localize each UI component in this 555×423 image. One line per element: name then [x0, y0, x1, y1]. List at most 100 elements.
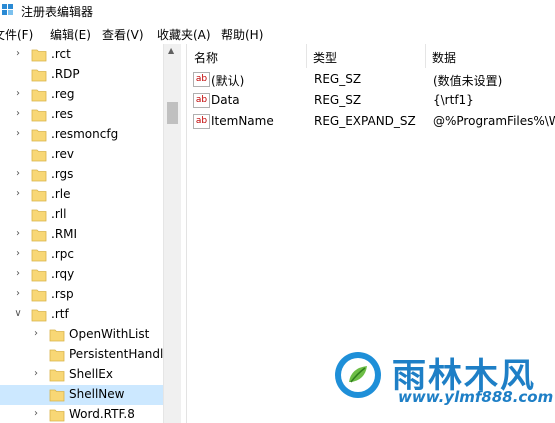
chevron-right-icon[interactable]: ›: [13, 109, 23, 119]
menu-view[interactable]: 查看(V): [102, 26, 144, 43]
watermark-url: www.ylmf888.com: [398, 388, 554, 406]
leaf-icon: [341, 358, 375, 392]
value-type: REG_SZ: [314, 93, 362, 107]
folder-icon: [31, 249, 47, 262]
tree-item-rtf[interactable]: ∨ .rtf: [0, 305, 163, 325]
chevron-right-icon[interactable]: ›: [13, 189, 23, 199]
folder-icon: [31, 169, 47, 182]
tree-item-reg[interactable]: › .reg: [0, 85, 163, 105]
chevron-right-icon[interactable]: ›: [13, 129, 23, 139]
folder-icon: [31, 129, 47, 142]
folder-icon: [31, 209, 47, 222]
folder-icon: [31, 89, 47, 102]
value-row[interactable]: ab (默认) REG_SZ (数值未设置): [188, 69, 555, 90]
tree-item-label: PersistentHandler: [69, 347, 163, 361]
tree-item-shellex[interactable]: › ShellEx: [0, 365, 163, 385]
tree-item-openwithlist[interactable]: › OpenWithList: [0, 325, 163, 345]
tree-item-rgs[interactable]: › .rgs: [0, 165, 163, 185]
value-data: {\rtf1}: [433, 93, 474, 107]
tree-item-label: ShellNew: [69, 387, 125, 401]
tree-item-label: Word.RTF.8: [69, 407, 135, 421]
tree-scrollbar[interactable]: ▲: [163, 44, 181, 423]
tree-item-persistenthandler[interactable]: PersistentHandler: [0, 345, 163, 365]
menu-favorites[interactable]: 收藏夹(A): [157, 26, 211, 43]
tree-item-label: .RMI: [51, 227, 78, 241]
column-header-name[interactable]: 名称: [188, 44, 307, 68]
value-name: ItemName: [211, 114, 274, 128]
chevron-right-icon[interactable]: ›: [13, 269, 23, 279]
tree-item-label: .rsp: [51, 287, 74, 301]
folder-icon: [49, 389, 65, 402]
value-type: REG_EXPAND_SZ: [314, 114, 416, 128]
tree-item-rct[interactable]: › .rct: [0, 45, 163, 65]
tree-item-word-rtf-8[interactable]: › Word.RTF.8: [0, 405, 163, 423]
value-name: (默认): [211, 74, 245, 88]
title-bar: 注册表编辑器: [0, 0, 555, 22]
chevron-right-icon[interactable]: ›: [31, 409, 41, 419]
chevron-right-icon[interactable]: ›: [13, 229, 23, 239]
string-value-icon: ab: [193, 72, 210, 87]
tree-item-label: .res: [51, 107, 74, 121]
scrollbar-thumb[interactable]: [167, 102, 178, 124]
folder-icon: [49, 329, 65, 342]
menu-file[interactable]: 文件(F): [0, 26, 33, 43]
tree-item-rdp[interactable]: .RDP: [0, 65, 163, 85]
tree-item-label: .rgs: [51, 167, 74, 181]
menu-bar: 文件(F) 编辑(E) 查看(V) 收藏夹(A) 帮助(H): [0, 23, 555, 44]
value-row[interactable]: ab ItemName REG_EXPAND_SZ @%ProgramFiles…: [188, 111, 555, 132]
folder-icon: [31, 309, 47, 322]
tree-item-rll[interactable]: .rll: [0, 205, 163, 225]
folder-icon: [31, 69, 47, 82]
tree-item-rsp[interactable]: › .rsp: [0, 285, 163, 305]
folder-icon: [31, 149, 47, 162]
tree-item-label: .rtf: [51, 307, 69, 321]
tree-item-label: .rpc: [51, 247, 74, 261]
tree-item-rqy[interactable]: › .rqy: [0, 265, 163, 285]
tree-item-label: .rle: [51, 187, 71, 201]
tree-item-label: .rct: [51, 47, 71, 61]
chevron-right-icon[interactable]: ›: [13, 249, 23, 259]
folder-icon: [49, 369, 65, 382]
registry-tree[interactable]: › .rct .RDP › .reg › .res › .resmoncfg .rev › .rgs ›…: [0, 44, 163, 423]
folder-icon: [49, 349, 65, 362]
tree-item-rev[interactable]: .rev: [0, 145, 163, 165]
folder-icon: [49, 409, 65, 422]
tree-item-label: .reg: [51, 87, 75, 101]
regedit-icon: [2, 4, 13, 15]
chevron-right-icon[interactable]: ›: [13, 89, 23, 99]
value-type: REG_SZ: [314, 72, 362, 86]
tree-item-resmoncfg[interactable]: › .resmoncfg: [0, 125, 163, 145]
value-data: @%ProgramFiles%\Windows NT: [433, 114, 555, 128]
value-row[interactable]: ab Data REG_SZ {\rtf1}: [188, 90, 555, 111]
chevron-down-icon[interactable]: ∨: [13, 309, 23, 319]
menu-help[interactable]: 帮助(H): [221, 26, 263, 43]
tree-item-res[interactable]: › .res: [0, 105, 163, 125]
tree-item-label: OpenWithList: [69, 327, 150, 341]
column-header-data[interactable]: 数据: [426, 44, 555, 68]
tree-item-label: .resmoncfg: [51, 127, 119, 141]
tree-item-label: ShellEx: [69, 367, 113, 381]
column-header-data-label: 数据: [432, 51, 457, 65]
string-value-icon: ab: [193, 93, 210, 108]
column-header-name-label: 名称: [194, 51, 219, 65]
column-header-type[interactable]: 类型: [307, 44, 426, 68]
folder-icon: [31, 289, 47, 302]
tree-item-rmi[interactable]: › .RMI: [0, 225, 163, 245]
tree-item-rpc[interactable]: › .rpc: [0, 245, 163, 265]
pane-splitter[interactable]: [186, 44, 187, 423]
tree-item-label: .rqy: [51, 267, 75, 281]
chevron-right-icon[interactable]: ›: [13, 49, 23, 59]
chevron-right-icon[interactable]: ›: [13, 289, 23, 299]
value-name: Data: [211, 93, 240, 107]
chevron-right-icon[interactable]: ›: [31, 369, 41, 379]
tree-item-shellnew[interactable]: ShellNew: [0, 385, 163, 405]
chevron-right-icon[interactable]: ›: [31, 329, 41, 339]
value-data: (数值未设置): [433, 74, 503, 88]
menu-edit[interactable]: 编辑(E): [50, 26, 91, 43]
chevron-right-icon[interactable]: ›: [13, 169, 23, 179]
scroll-up-icon[interactable]: ▲: [168, 46, 174, 55]
tree-item-label: .rev: [51, 147, 74, 161]
folder-icon: [31, 109, 47, 122]
column-header-type-label: 类型: [313, 51, 338, 65]
tree-item-rle[interactable]: › .rle: [0, 185, 163, 205]
